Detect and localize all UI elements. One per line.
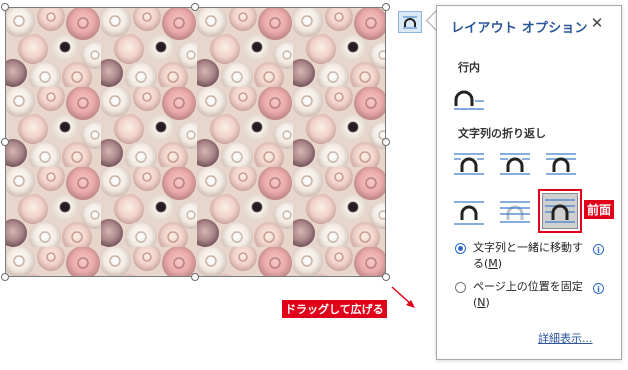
- in-front-icon: [545, 199, 575, 223]
- radio-move-suffix: ): [497, 257, 503, 270]
- radio-fix-line1: ページ上の位置を固定: [473, 280, 583, 293]
- inline-icon: [454, 90, 484, 110]
- drag-annotation-label: ドラッグして広げる: [282, 300, 387, 318]
- radio-fix-accesskey: N: [477, 296, 486, 309]
- radio-fix-position-label[interactable]: ページ上の位置を固定 (N): [473, 279, 597, 311]
- drag-arrow-icon: [391, 286, 415, 308]
- resize-handle-top-left[interactable]: [1, 3, 9, 11]
- radio-fix-position[interactable]: [455, 282, 466, 293]
- wrap-top-bottom-button[interactable]: [451, 197, 487, 229]
- radio-move-with-text-label[interactable]: 文字列と一緒に移動す る(M): [473, 240, 597, 272]
- flower-photo: [5, 7, 386, 277]
- tight-wrap-icon: [500, 153, 530, 175]
- top-bottom-icon: [454, 201, 484, 225]
- layout-options-panel: レイアウト オプション ✕ 行内 文字列の折り返し 文字列と一緒に移動す る(M…: [436, 5, 622, 360]
- wrap-in-front-button[interactable]: [538, 189, 582, 233]
- wrap-tight-button[interactable]: [497, 149, 533, 181]
- resize-handle-right[interactable]: [382, 138, 390, 146]
- resize-handle-top-right[interactable]: [382, 3, 390, 11]
- wrap-square-button[interactable]: [451, 149, 487, 181]
- see-more-link[interactable]: 詳細表示...: [538, 330, 593, 346]
- through-wrap-icon: [546, 153, 576, 175]
- resize-handle-left[interactable]: [1, 138, 9, 146]
- square-wrap-icon: [454, 153, 484, 175]
- radio-move-line1: 文字列と一緒に移動す: [473, 241, 583, 254]
- behind-text-icon: [500, 201, 530, 223]
- radio-fix-line2: (N): [473, 295, 597, 311]
- layout-options-button[interactable]: [398, 11, 422, 33]
- radio-selected-dot: [458, 246, 463, 251]
- wrap-behind-text-button[interactable]: [497, 197, 533, 229]
- resize-handle-top[interactable]: [191, 3, 199, 11]
- resize-handle-bottom[interactable]: [191, 273, 199, 281]
- info-icon[interactable]: i: [593, 283, 604, 294]
- wrap-inline-button[interactable]: [451, 83, 487, 115]
- radio-move-prefix: る(: [473, 257, 489, 270]
- info-icon[interactable]: i: [593, 244, 604, 255]
- in-front-annotation-label: 前面: [584, 200, 615, 219]
- close-icon[interactable]: ✕: [587, 13, 607, 33]
- layout-options-icon: [403, 16, 417, 29]
- radio-fix-suffix: ): [485, 296, 490, 309]
- panel-title: レイアウト オプション: [451, 21, 588, 36]
- selected-image[interactable]: [5, 7, 386, 277]
- radio-move-accesskey: M: [488, 257, 498, 270]
- radio-move-with-text[interactable]: [455, 243, 466, 254]
- radio-move-line2: る(M): [473, 256, 597, 272]
- wrap-in-front-selected: [542, 193, 578, 229]
- resize-handle-bottom-left[interactable]: [1, 273, 9, 281]
- section-wrap-heading: 文字列の折り返し: [458, 127, 546, 140]
- resize-handle-bottom-right[interactable]: [382, 273, 390, 281]
- wrap-through-button[interactable]: [543, 149, 579, 181]
- section-inline-heading: 行内: [458, 61, 480, 74]
